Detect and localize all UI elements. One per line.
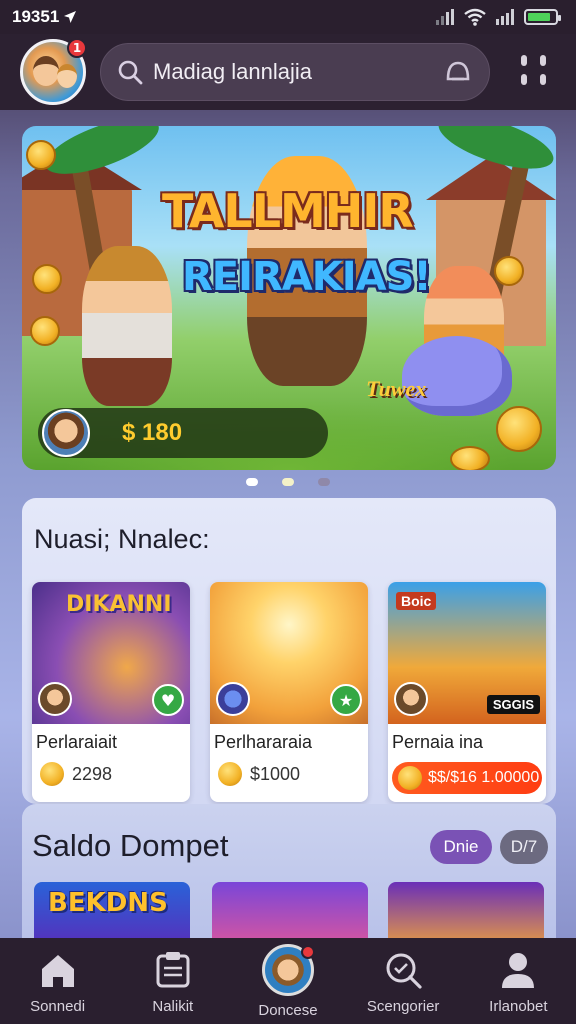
hero-title-line2: REIRAKIAS! bbox=[182, 254, 432, 300]
hero-banner[interactable]: TALLMHIR REIRAKIAS! Tuwex $ 180 bbox=[22, 126, 556, 470]
nav-item-profile[interactable]: Doncese bbox=[233, 944, 343, 1019]
card-title: Perlhararaia bbox=[214, 732, 313, 752]
card-title: Perlaraiait bbox=[36, 732, 118, 752]
carousel-dot[interactable] bbox=[318, 478, 330, 486]
chat-search-icon bbox=[381, 948, 425, 992]
hero-tag: Tuwex bbox=[366, 376, 427, 401]
nav-label: Scengorier bbox=[366, 998, 440, 1015]
nav-item-search[interactable]: Scengorier bbox=[348, 948, 458, 1015]
wallet-chip-secondary[interactable]: D/7 bbox=[500, 830, 548, 864]
nav-label: Irlanobet bbox=[489, 998, 548, 1015]
bottom-navigation: Sonnedi Nalikit Doncese Scengorier Irlan… bbox=[0, 938, 576, 1024]
search-icon bbox=[118, 60, 143, 85]
wallet-thumb[interactable]: BEKDNS bbox=[34, 882, 190, 938]
app-header: 1 Madiag lannlajia bbox=[0, 34, 576, 110]
card-image: Boic SGGIS bbox=[388, 582, 546, 724]
avatar-face-left bbox=[33, 56, 59, 86]
wallet-section: Saldo Dompet Dnie D/7 BEKDNS bbox=[22, 804, 556, 938]
wifi-icon bbox=[464, 8, 486, 26]
coin-icon bbox=[30, 316, 60, 346]
wallet-thumb[interactable] bbox=[388, 882, 544, 938]
card-price: $1000 bbox=[250, 763, 301, 784]
game-card[interactable]: Boic SGGIS Pernaia ina $$/$16 1.00000 bbox=[388, 582, 546, 802]
card-price-button[interactable]: $$/$16 1.00000 bbox=[392, 762, 542, 794]
heart-icon[interactable]: ♥ bbox=[152, 684, 184, 716]
card-price: 2298 bbox=[72, 763, 113, 784]
card-avatar bbox=[38, 682, 72, 716]
coin-icon bbox=[450, 446, 490, 470]
card-image: ★ bbox=[210, 582, 368, 724]
carousel-dot[interactable] bbox=[246, 478, 258, 486]
coin-icon bbox=[218, 762, 242, 786]
section-title: Nuasi; Nnalec: bbox=[34, 524, 210, 554]
avatar-face-right bbox=[57, 64, 77, 88]
wallet-thumb-text: BEKDNS bbox=[48, 888, 168, 918]
carousel-indicator bbox=[0, 478, 576, 486]
user-icon bbox=[496, 948, 540, 992]
card-top-tag: Boic bbox=[396, 592, 437, 610]
nav-item-home[interactable]: Sonnedi bbox=[3, 948, 113, 1015]
status-time: 19351 bbox=[12, 7, 77, 27]
game-card[interactable]: DIKANNI ♥ Perlaraiait 2298 bbox=[32, 582, 190, 802]
game-card[interactable]: ★ Perlhararaia $1000 bbox=[210, 582, 368, 802]
hero-character-girl bbox=[82, 246, 172, 406]
hero-title-line1: TALLMHIR bbox=[162, 184, 414, 238]
card-image: DIKANNI ♥ bbox=[32, 582, 190, 724]
battery-icon bbox=[524, 9, 561, 25]
coin-icon bbox=[496, 406, 542, 452]
star-icon[interactable]: ★ bbox=[330, 684, 362, 716]
signal-bars-icon bbox=[496, 9, 514, 25]
nav-label: Doncese bbox=[258, 1002, 318, 1019]
card-title: Pernaia ina bbox=[392, 732, 484, 752]
featured-section: Nuasi; Nnalec: DIKANNI ♥ Perlaraiait 229… bbox=[22, 498, 556, 804]
coin-icon bbox=[26, 140, 56, 170]
carousel-dot[interactable] bbox=[282, 478, 294, 486]
hero-balance-pill[interactable]: $ 180 bbox=[38, 408, 328, 458]
cell-signal-icon bbox=[436, 9, 454, 25]
clipboard-icon bbox=[151, 948, 195, 992]
card-corner-label: SGGIS bbox=[486, 695, 540, 714]
status-icons bbox=[436, 8, 561, 26]
coin-icon bbox=[40, 762, 64, 786]
coin-icon bbox=[398, 766, 422, 790]
status-bar: 19351 bbox=[0, 0, 576, 34]
status-time-text: 19351 bbox=[12, 7, 60, 26]
search-input[interactable]: Madiag lannlajia bbox=[153, 59, 443, 85]
card-price: $$/$16 1.00000 bbox=[428, 769, 540, 786]
card-avatar bbox=[394, 682, 428, 716]
battery-fill bbox=[528, 13, 551, 21]
nav-label: Nalikit bbox=[152, 998, 194, 1015]
home-icon bbox=[36, 948, 80, 992]
hero-pill-avatar bbox=[42, 409, 90, 457]
card-price-row: 2298 bbox=[40, 762, 112, 786]
search-bar[interactable]: Madiag lannlajia bbox=[100, 43, 490, 101]
profile-avatar[interactable]: 1 bbox=[20, 38, 87, 105]
wallet-title: Saldo Dompet bbox=[32, 828, 229, 863]
notification-badge: 1 bbox=[67, 38, 87, 58]
nav-item-list[interactable]: Nalikit bbox=[118, 948, 228, 1015]
nav-label: Sonnedi bbox=[30, 998, 86, 1015]
nav-item-account[interactable]: Irlanobet bbox=[463, 948, 573, 1015]
profile-avatar-icon bbox=[261, 944, 315, 996]
location-arrow-icon bbox=[64, 11, 77, 23]
coin-icon bbox=[494, 256, 524, 286]
coin-icon bbox=[32, 264, 62, 294]
card-avatar bbox=[216, 682, 250, 716]
card-price-row: $1000 bbox=[218, 762, 300, 786]
wallet-chip-primary[interactable]: Dnie bbox=[430, 830, 492, 864]
wallet-thumb[interactable] bbox=[212, 882, 368, 938]
voice-search-icon[interactable] bbox=[443, 57, 473, 87]
hero-balance-amount: $ 180 bbox=[122, 419, 183, 446]
card-banner-text: DIKANNI bbox=[66, 592, 172, 617]
notification-dot bbox=[300, 945, 315, 959]
more-menu-icon[interactable] bbox=[516, 55, 550, 89]
